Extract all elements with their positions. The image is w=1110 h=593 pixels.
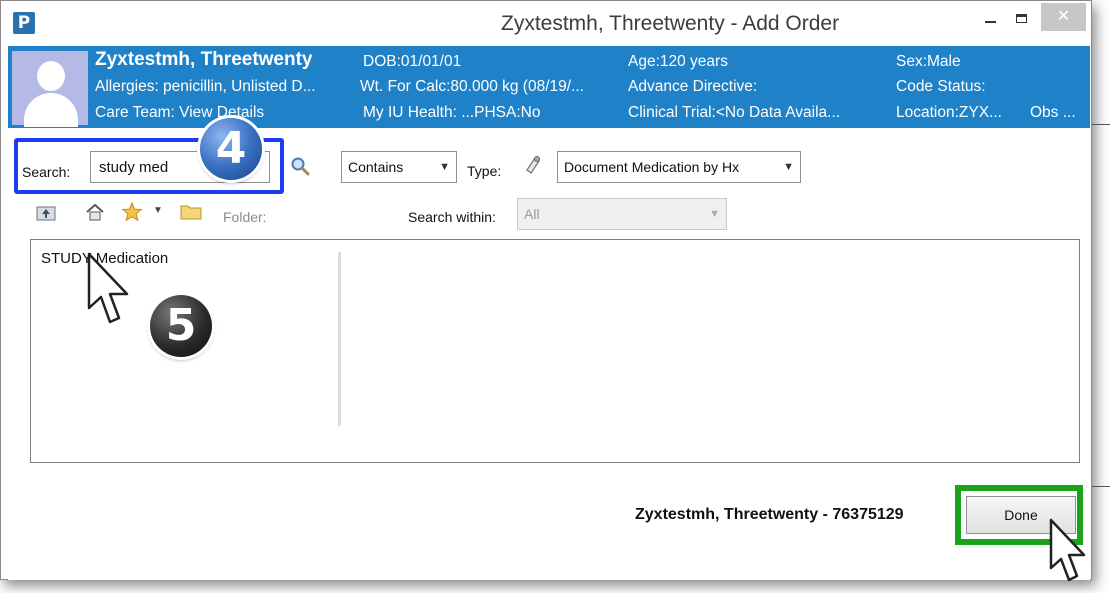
patient-id-footer: Zyxtestmh, Threetwenty - 76375129 [635,506,904,523]
window-title: Zyxtestmh, Threetwenty - Add Order [501,12,840,35]
pane-splitter[interactable] [338,252,341,426]
search-mode-dropdown[interactable]: Contains ▼ [341,151,457,183]
patient-banner: Zyxtestmh, Threetwenty DOB:01/01/01 Age:… [8,46,1090,128]
search-within-label: Search within: [408,209,496,225]
chevron-down-icon: ▼ [783,161,794,173]
patient-allergies: Allergies: penicillin, Unlisted D... [95,78,316,95]
home-icon[interactable] [85,202,105,222]
minimize-icon [984,21,996,23]
patient-dob: DOB:01/01/01 [363,53,462,70]
patient-sex: Sex:Male [896,53,961,70]
search-mode-value: Contains [348,159,404,175]
patient-age: Age:120 years [628,53,728,70]
mouse-cursor-icon [1049,518,1086,582]
care-team-label: Care Team: [95,104,180,121]
search-within-dropdown[interactable]: All ▼ [517,198,727,230]
folder-icon[interactable] [180,203,202,221]
close-button[interactable]: ✕ [1041,3,1086,31]
close-icon: ✕ [1056,8,1071,25]
code-status: Code Status: [896,78,986,95]
order-type-dropdown[interactable]: Document Medication by Hx ▼ [557,151,801,183]
folder-label: Folder: [223,209,267,225]
mouse-cursor-icon [87,252,129,324]
step-4-badge: 4 [200,118,262,180]
patient-weight: Wt. For Calc:80.000 kg (08/19/... [360,78,584,95]
avatar [12,51,88,127]
favorites-dropdown-icon[interactable]: ▼ [153,205,163,216]
title-bar: P Zyxtestmh, Threetwenty - Add Order ✕ [1,1,1091,47]
order-type-value: Document Medication by Hx [564,159,740,175]
maximize-button[interactable] [1007,3,1035,31]
clinical-trial: Clinical Trial:<No Data Availa... [628,104,841,121]
chevron-down-icon: ▼ [439,161,450,173]
edge-line [1092,124,1110,125]
avatar-head [37,61,65,91]
folder-up-icon[interactable] [36,204,56,222]
type-label: Type: [467,163,502,179]
search-icon[interactable] [290,156,310,176]
patient-name: Zyxtestmh, Threetwenty [95,49,313,70]
favorites-star-icon[interactable] [121,201,143,223]
search-within-value: All [524,206,540,222]
edge-line [1092,486,1110,487]
my-iu-health: My IU Health: ...PHSA:No [363,104,541,121]
maximize-icon [1015,14,1027,23]
pill-bottle-icon [526,156,540,174]
minimize-button[interactable] [976,3,1004,31]
avatar-body [24,93,78,127]
patient-location: Location:ZYX... [896,104,1002,121]
advance-directive: Advance Directive: [628,78,758,95]
obs-status: Obs ... [1030,104,1076,121]
chevron-down-icon: ▼ [709,208,720,220]
step-5-badge: 5 [150,295,212,357]
app-icon: P [13,12,35,34]
